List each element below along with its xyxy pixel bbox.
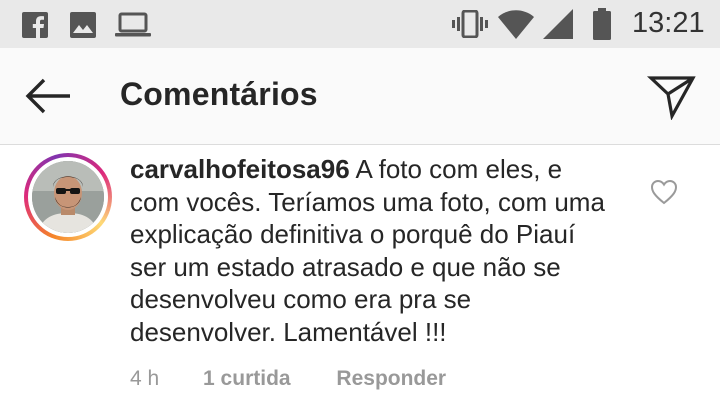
facebook-icon — [22, 12, 48, 38]
status-bar: 13:21 — [0, 0, 720, 48]
status-time: 13:21 — [632, 7, 705, 39]
avatar-border — [28, 157, 108, 237]
laptop-icon — [115, 12, 151, 37]
signal-icon — [543, 9, 573, 39]
vibrate-icon — [452, 10, 488, 38]
comment-username[interactable]: carvalhofeitosa96 — [130, 154, 350, 184]
reply-button[interactable]: Responder — [336, 367, 446, 391]
wifi-icon — [498, 10, 534, 39]
comment-body: carvalhofeitosa96 A foto com eles, e com… — [130, 153, 610, 348]
page-title: Comentários — [120, 76, 318, 112]
comment-item: carvalhofeitosa96 A foto com eles, e com… — [0, 145, 720, 414]
comment-likes[interactable]: 1 curtida — [203, 367, 291, 391]
comment-time: 4 h — [130, 367, 160, 390]
comment-meta: 4 h 1 curtida Responder — [130, 367, 446, 391]
avatar-photo — [32, 161, 104, 233]
heart-outline-icon[interactable] — [650, 179, 678, 205]
battery-icon — [593, 8, 611, 40]
app-header: Comentários — [0, 48, 720, 145]
back-arrow-icon[interactable] — [20, 74, 76, 118]
image-icon — [70, 12, 96, 38]
avatar — [32, 161, 104, 233]
send-icon[interactable] — [645, 72, 699, 120]
avatar-story-ring[interactable] — [24, 153, 112, 241]
